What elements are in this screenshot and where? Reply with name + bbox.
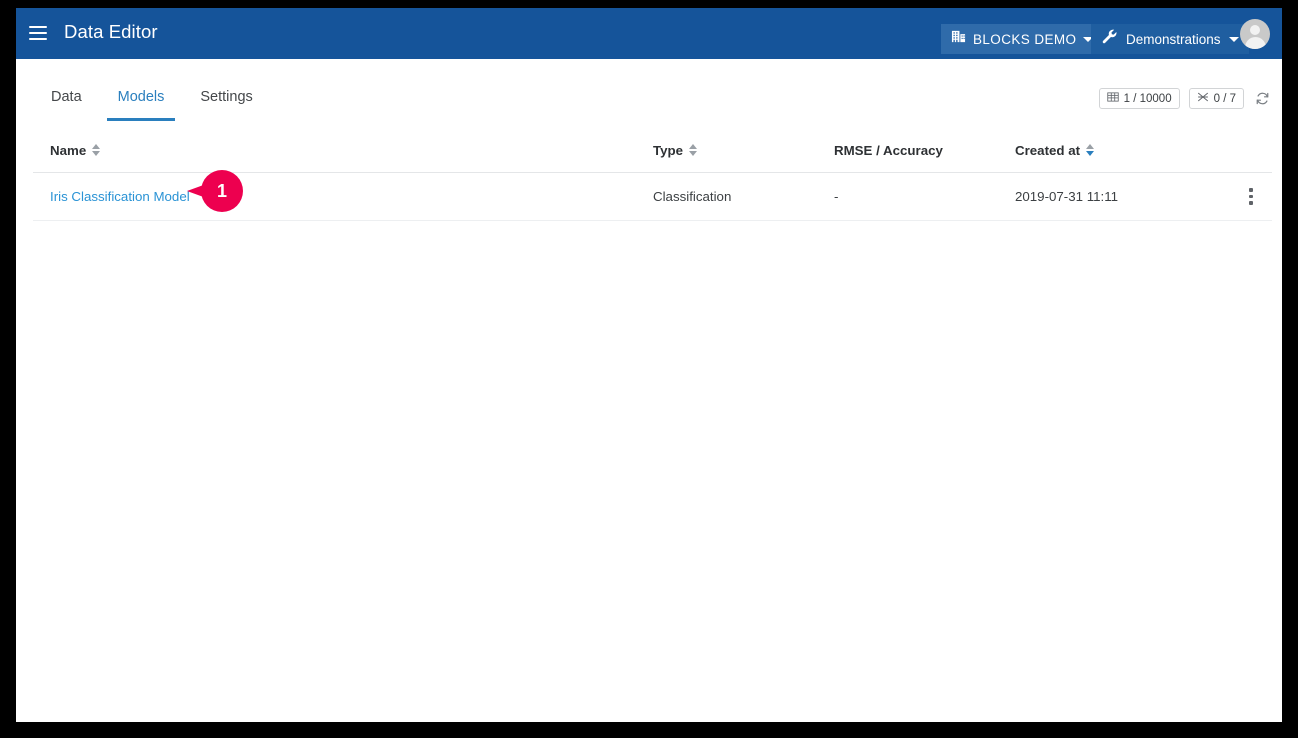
chevron-down-icon: [1228, 36, 1239, 42]
cell-type-value: Classification: [653, 189, 732, 204]
column-header-rmse[interactable]: RMSE / Accuracy: [834, 143, 1015, 158]
avatar-head: [1250, 25, 1260, 35]
cell-rmse: -: [834, 189, 1015, 204]
column-header-created-at-label: Created at: [1015, 142, 1081, 158]
tab-data[interactable]: Data: [33, 81, 100, 121]
table-row: Iris Classification Model Classification…: [33, 173, 1272, 221]
breadcrumb-project[interactable]: Demonstrations: [1091, 24, 1249, 54]
table-grid-icon: [1106, 91, 1119, 106]
column-header-created-at[interactable]: Created at: [1015, 143, 1230, 158]
avatar-body: [1244, 37, 1266, 49]
cell-name: Iris Classification Model: [33, 189, 653, 204]
models-table: Name Type RMSE / Accuracy Created at Iri…: [33, 128, 1272, 221]
tab-bar: Data Models Settings 1 / 10000 0 / 7: [16, 59, 1282, 128]
tab-list: Data Models Settings: [33, 81, 271, 121]
sort-toggle-name[interactable]: [92, 143, 101, 157]
column-header-rmse-label: RMSE / Accuracy: [834, 142, 943, 158]
table-header-row: Name Type RMSE / Accuracy Created at: [33, 128, 1272, 173]
row-counter[interactable]: 1 / 10000: [1098, 88, 1180, 109]
counter-group: 1 / 10000 0 / 7: [1098, 88, 1271, 109]
cell-rmse-value: -: [834, 189, 839, 204]
hamburger-menu-icon[interactable]: [27, 24, 49, 42]
avatar[interactable]: [1240, 19, 1270, 49]
cell-created-at: 2019-07-31 11:11: [1015, 189, 1230, 204]
row-menu-icon[interactable]: [1245, 184, 1257, 209]
wrench-icon: [1101, 28, 1118, 50]
app-window: Data Editor BLOCKS DEMO Demonstrations D…: [16, 8, 1282, 722]
models-table-name-link[interactable]: Iris Classification Model: [50, 189, 190, 204]
breadcrumb-org-label: BLOCKS DEMO: [973, 31, 1077, 47]
screenshot-frame: Data Editor BLOCKS DEMO Demonstrations D…: [0, 0, 1298, 738]
sort-toggle-created-at[interactable]: [1086, 143, 1095, 157]
building-icon: [951, 29, 966, 49]
tab-models[interactable]: Models: [100, 81, 183, 121]
sort-toggle-type[interactable]: [689, 143, 698, 157]
cell-type: Classification: [653, 189, 834, 204]
app-title: Data Editor: [64, 21, 158, 42]
column-counter[interactable]: 0 / 7: [1188, 88, 1244, 109]
tab-settings[interactable]: Settings: [182, 81, 270, 121]
cell-actions: [1230, 184, 1272, 209]
column-header-name[interactable]: Name: [33, 143, 653, 158]
row-counter-value: 1 / 10000: [1123, 92, 1172, 105]
column-header-type[interactable]: Type: [653, 143, 834, 158]
refresh-icon[interactable]: [1253, 90, 1271, 108]
breadcrumb-project-label: Demonstrations: [1126, 31, 1221, 47]
app-header: Data Editor BLOCKS DEMO Demonstrations: [16, 8, 1282, 59]
columns-icon: [1197, 91, 1209, 106]
cell-created-at-value: 2019-07-31 11:11: [1015, 189, 1119, 204]
column-counter-value: 0 / 7: [1213, 92, 1236, 105]
column-header-type-label: Type: [653, 142, 684, 158]
column-header-name-label: Name: [50, 142, 87, 158]
